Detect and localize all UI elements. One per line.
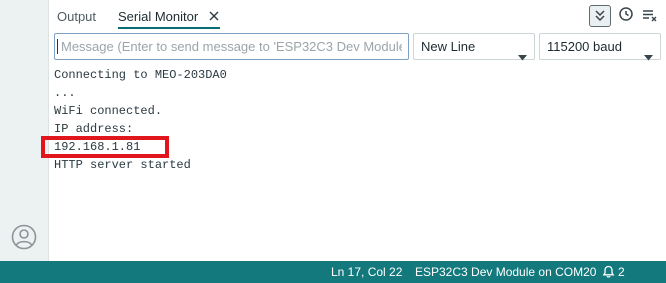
cursor-position[interactable]: Ln 17, Col 22 xyxy=(331,261,402,283)
toggle-autoscroll-button[interactable] xyxy=(589,5,611,27)
active-tab-indicator xyxy=(118,27,220,29)
line-ending-select[interactable]: New Line xyxy=(413,33,535,61)
baud-rate-select[interactable]: 115200 baud xyxy=(539,33,661,61)
line-ending-value: New Line xyxy=(421,39,476,54)
baud-rate-value: 115200 baud xyxy=(547,39,622,54)
tab-output-label: Output xyxy=(57,9,97,24)
account-icon[interactable] xyxy=(11,224,37,250)
clock-icon xyxy=(615,7,637,31)
serial-controls: New Line 115200 baud xyxy=(49,32,666,62)
output-line: Connecting to MEO-203DA0 xyxy=(54,68,227,82)
message-input[interactable] xyxy=(54,33,409,60)
bottom-panel: Output Serial Monitor Message (Enter to … xyxy=(49,0,666,261)
caret-down-icon xyxy=(644,44,653,61)
close-icon[interactable] xyxy=(208,1,220,21)
activity-bar xyxy=(0,0,49,261)
notification-icon xyxy=(602,265,615,278)
double-chevron-down-icon xyxy=(590,10,610,30)
notification-count: 2 xyxy=(618,265,625,279)
output-line: ... xyxy=(54,86,76,100)
tab-output[interactable]: Output xyxy=(57,0,96,32)
output-line: HTTP server started xyxy=(54,158,191,172)
ip-address-highlight xyxy=(41,136,169,158)
text-cursor xyxy=(57,39,58,54)
clear-output-icon xyxy=(639,10,661,31)
status-bar: Ln 17, Col 22 ESP32C3 Dev Module on COM2… xyxy=(0,261,666,283)
tab-serial-monitor[interactable]: Serial Monitor xyxy=(118,0,220,32)
toggle-timestamp-button[interactable] xyxy=(615,5,637,27)
caret-down-icon xyxy=(518,44,527,61)
output-line: WiFi connected. xyxy=(54,104,163,118)
panel-tabs: Output Serial Monitor xyxy=(49,0,666,32)
clear-output-button[interactable] xyxy=(639,5,661,27)
notifications-status[interactable]: 2 xyxy=(602,261,625,283)
board-port-status[interactable]: ESP32C3 Dev Module on COM20 xyxy=(415,261,596,283)
